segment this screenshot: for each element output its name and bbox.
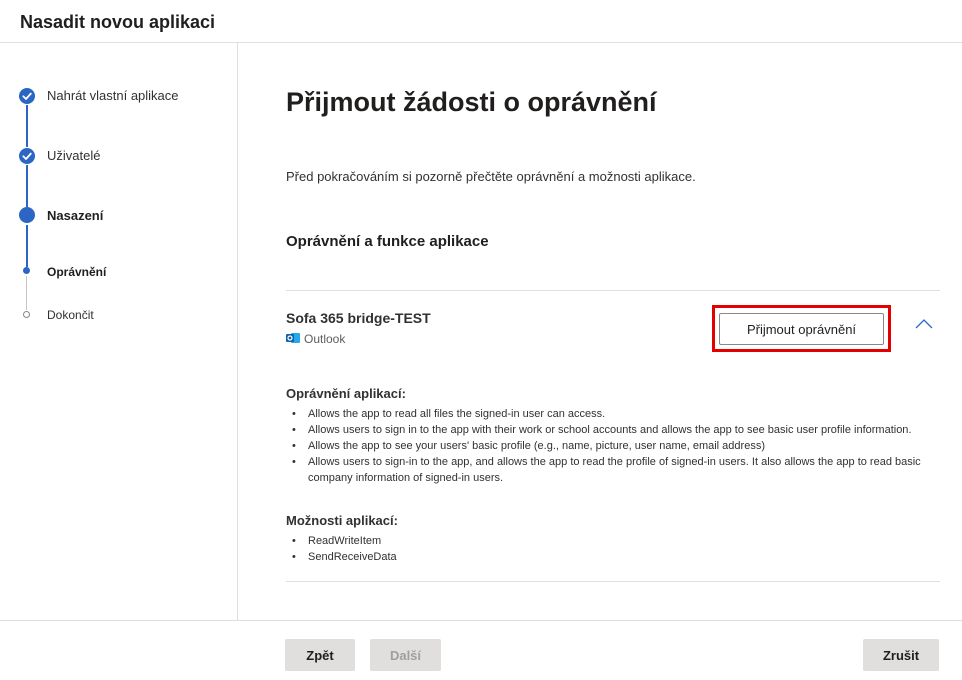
app-name: Sofa 365 bridge-TEST xyxy=(286,310,431,326)
step-label: Nahrát vlastní aplikace xyxy=(47,88,179,103)
wizard-steps: Nahrát vlastní aplikace Uživatelé Nasaze… xyxy=(0,43,238,620)
list-item: SendReceiveData xyxy=(286,549,936,565)
pending-step-icon xyxy=(23,311,30,318)
step-label: Uživatelé xyxy=(47,148,101,163)
page-title: Přijmout žádosti o oprávnění xyxy=(286,87,657,117)
step-connector xyxy=(26,276,27,310)
step-label: Oprávnění xyxy=(47,265,107,279)
divider xyxy=(286,581,940,582)
main-panel: Přijmout žádosti o oprávnění Před pokrač… xyxy=(238,43,962,620)
list-item: Allows the app to see your users' basic … xyxy=(286,438,936,454)
capabilities-list: ReadWriteItem SendReceiveData xyxy=(286,533,936,565)
list-item: Allows users to sign in to the app with … xyxy=(286,422,936,438)
current-step-icon xyxy=(19,207,35,223)
accept-permissions-button[interactable]: Přijmout oprávnění xyxy=(719,313,884,345)
list-item: Allows the app to read all files the sig… xyxy=(286,406,936,422)
dialog-title: Nasadit novou aplikaci xyxy=(20,12,216,32)
divider xyxy=(286,290,940,291)
dialog-footer: Zpět Další Zrušit xyxy=(0,620,962,680)
back-button[interactable]: Zpět xyxy=(285,639,355,671)
permissions-heading: Oprávnění aplikací: xyxy=(286,386,406,401)
current-substep-icon xyxy=(23,267,30,274)
step-connector xyxy=(26,105,28,147)
app-host: Outlook xyxy=(286,331,345,346)
capabilities-heading: Možnosti aplikací: xyxy=(286,513,398,528)
dialog-header: Nasadit novou aplikaci xyxy=(0,0,962,43)
list-item: ReadWriteItem xyxy=(286,533,936,549)
step-connector xyxy=(26,165,28,207)
checkmark-icon xyxy=(19,148,35,164)
chevron-up-icon[interactable] xyxy=(914,317,934,331)
outlook-icon xyxy=(286,331,300,345)
cancel-button[interactable]: Zrušit xyxy=(863,639,939,671)
step-label: Nasazení xyxy=(47,208,104,223)
next-button[interactable]: Další xyxy=(370,639,441,671)
step-label: Dokončit xyxy=(47,308,94,322)
intro-text: Před pokračováním si pozorně přečtěte op… xyxy=(286,169,696,184)
list-item: Allows users to sign-in to the app, and … xyxy=(286,454,936,486)
permissions-list: Allows the app to read all files the sig… xyxy=(286,406,936,486)
checkmark-icon xyxy=(19,88,35,104)
section-title: Oprávnění a funkce aplikace xyxy=(286,233,489,250)
step-connector xyxy=(26,225,28,267)
app-host-label: Outlook xyxy=(304,332,346,346)
